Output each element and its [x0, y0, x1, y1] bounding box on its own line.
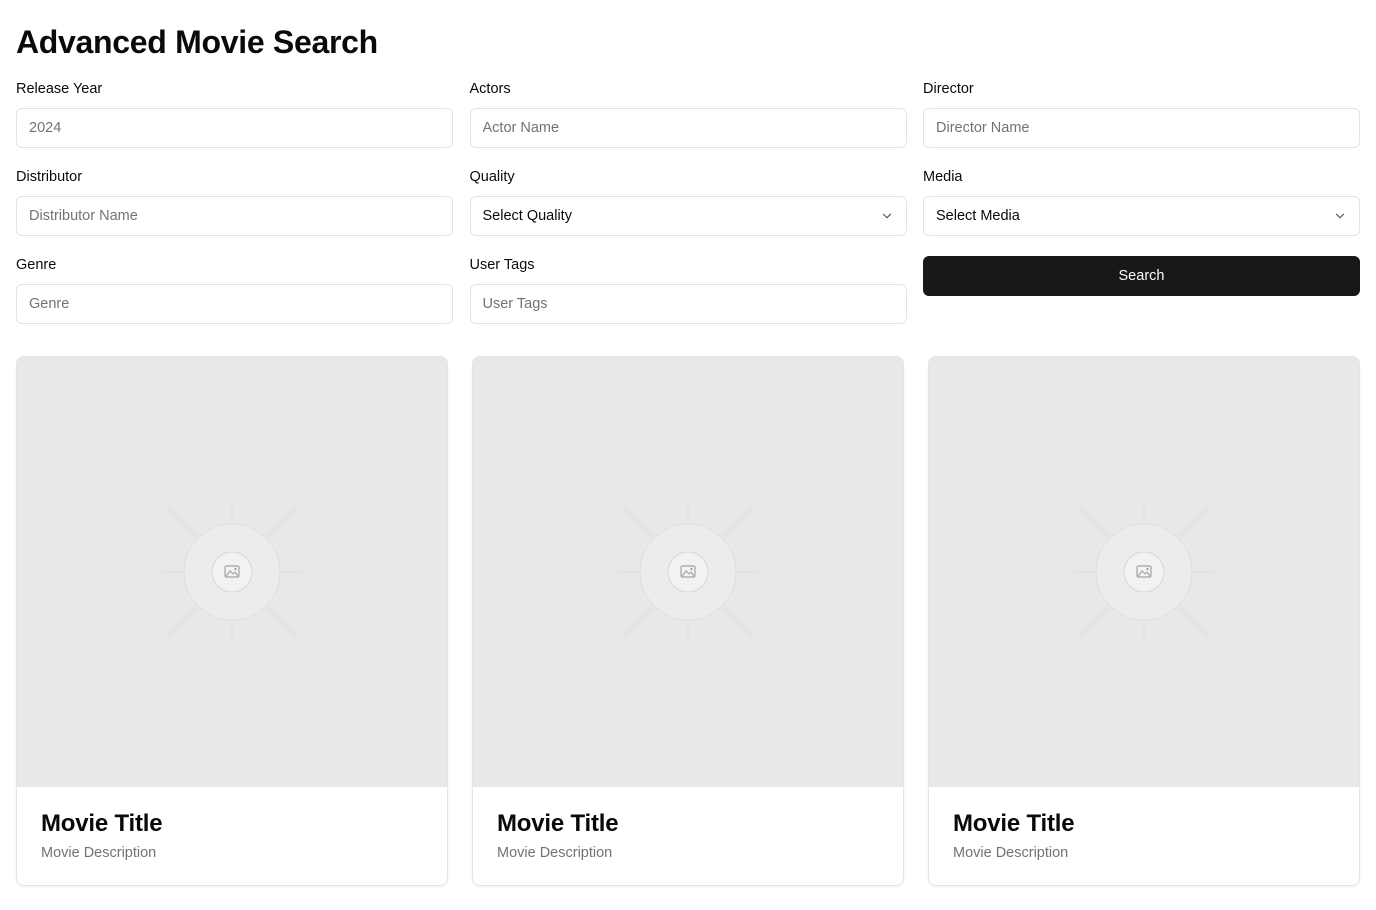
- movie-card-body: Movie Title Movie Description: [473, 787, 903, 863]
- search-cell: Search: [923, 256, 1360, 328]
- movie-card[interactable]: Movie Title Movie Description: [472, 356, 904, 886]
- movie-description: Movie Description: [953, 845, 1069, 861]
- results-grid: Movie Title Movie Description Movie Titl…: [16, 356, 1360, 886]
- genre-label: Genre: [16, 257, 57, 273]
- actors-input[interactable]: [469, 108, 907, 148]
- media-label: Media: [923, 169, 963, 185]
- movie-title: Movie Title: [953, 810, 1075, 837]
- genre-field: Genre: [16, 256, 453, 328]
- movie-description: Movie Description: [41, 845, 157, 861]
- quality-select-value: Select Quality: [482, 208, 572, 224]
- movie-poster-placeholder: [17, 357, 447, 787]
- movie-title: Movie Title: [41, 810, 163, 837]
- page-title: Advanced Movie Search: [16, 24, 378, 60]
- director-input[interactable]: [923, 108, 1360, 148]
- search-form: Release Year Actors Director Distributor…: [16, 80, 1360, 328]
- movie-card-body: Movie Title Movie Description: [17, 787, 447, 863]
- distributor-field: Distributor: [16, 168, 453, 240]
- image-icon: [1074, 502, 1214, 642]
- quality-label: Quality: [469, 169, 515, 185]
- movie-card-body: Movie Title Movie Description: [929, 787, 1359, 863]
- user-tags-input[interactable]: [469, 284, 907, 324]
- search-button[interactable]: Search: [923, 256, 1360, 296]
- release-year-label: Release Year: [16, 81, 103, 97]
- release-year-field: Release Year: [16, 80, 453, 152]
- image-icon: [162, 502, 302, 642]
- media-select[interactable]: Select Media: [923, 196, 1360, 236]
- movie-card[interactable]: Movie Title Movie Description: [928, 356, 1360, 886]
- distributor-label: Distributor: [16, 169, 83, 185]
- distributor-input[interactable]: [16, 196, 453, 236]
- director-field: Director: [923, 80, 1360, 152]
- movie-poster-placeholder: [929, 357, 1359, 787]
- director-label: Director: [923, 81, 974, 97]
- chevron-down-icon: [1333, 209, 1347, 223]
- actors-field: Actors: [469, 80, 907, 152]
- user-tags-field: User Tags: [469, 256, 907, 328]
- movie-poster-placeholder: [473, 357, 903, 787]
- media-select-value: Select Media: [936, 208, 1020, 224]
- quality-field: Quality Select Quality: [469, 168, 907, 240]
- user-tags-label: User Tags: [469, 257, 535, 273]
- movie-title: Movie Title: [497, 810, 619, 837]
- chevron-down-icon: [880, 209, 894, 223]
- quality-select[interactable]: Select Quality: [469, 196, 907, 236]
- movie-description: Movie Description: [497, 845, 613, 861]
- movie-card[interactable]: Movie Title Movie Description: [16, 356, 448, 886]
- genre-input[interactable]: [16, 284, 453, 324]
- release-year-input[interactable]: [16, 108, 453, 148]
- movie-search-page: Advanced Movie Search Release Year Actor…: [0, 0, 1376, 910]
- image-icon: [618, 502, 758, 642]
- media-field: Media Select Media: [923, 168, 1360, 240]
- actors-label: Actors: [469, 81, 511, 97]
